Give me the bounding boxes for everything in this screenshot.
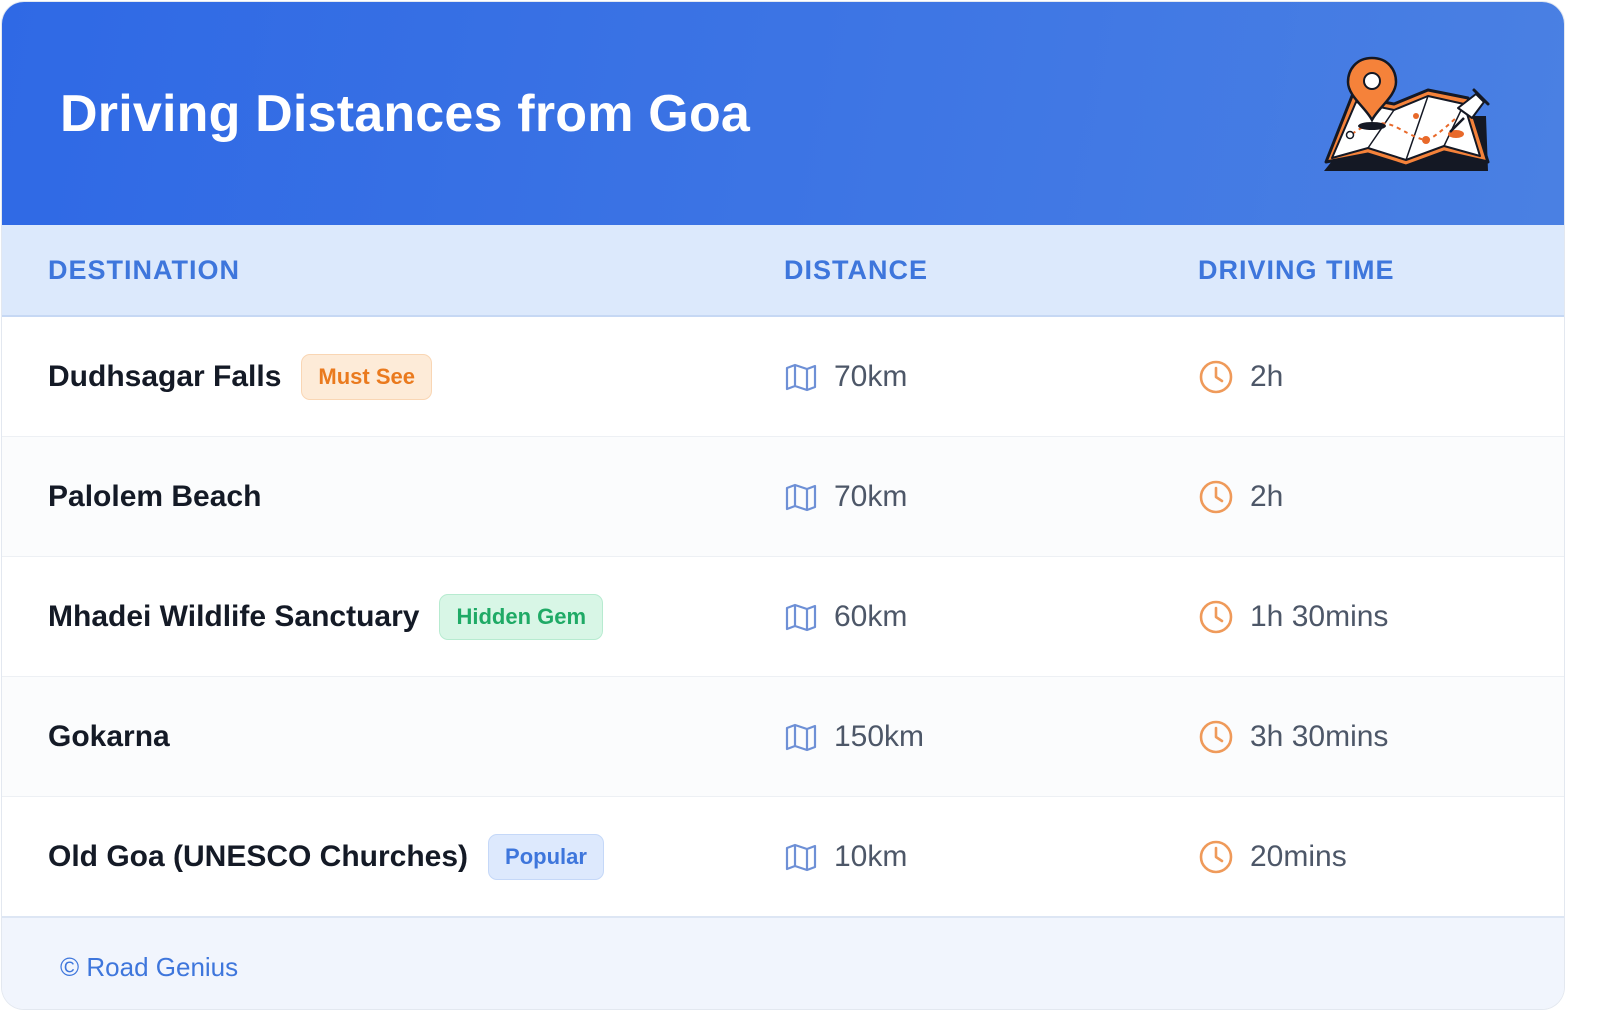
- clock-icon: [1198, 719, 1234, 755]
- map-icon: [784, 362, 818, 392]
- footer: © Road Genius: [2, 916, 1564, 1009]
- table-row: Mhadei Wildlife Sanctuary Hidden Gem 60k…: [2, 557, 1564, 677]
- destination-name: Old Goa (UNESCO Churches): [48, 839, 469, 873]
- column-header-driving-time: DRIVING TIME: [1198, 255, 1395, 285]
- time-value: 1h 30mins: [1250, 599, 1389, 633]
- time-value: 2h: [1250, 479, 1284, 513]
- distance-value: 150km: [834, 719, 925, 753]
- clock-icon: [1198, 479, 1234, 515]
- distance-value: 10km: [834, 839, 908, 873]
- destination-name: Gokarna: [48, 719, 170, 753]
- table-row: Gokarna 150km 3h 30mins: [2, 677, 1564, 797]
- distance-value: 60km: [834, 599, 908, 633]
- header-banner: Driving Distances from Goa: [2, 2, 1564, 225]
- destination-name: Mhadei Wildlife Sanctuary: [48, 599, 420, 633]
- map-icon: [784, 842, 818, 872]
- clock-icon: [1198, 599, 1234, 635]
- must-see-badge: Must See: [301, 353, 432, 400]
- time-value: 2h: [1250, 359, 1284, 393]
- column-header-distance: DISTANCE: [784, 255, 929, 285]
- column-header-destination: DESTINATION: [48, 255, 240, 285]
- clock-icon: [1198, 359, 1234, 395]
- distance-value: 70km: [834, 359, 908, 393]
- footer-credit: © Road Genius: [60, 952, 239, 982]
- distance-card: Driving Distances from Goa DESTINATION D…: [2, 2, 1564, 1009]
- table-row: Dudhsagar Falls Must See 70km 2h: [2, 317, 1564, 437]
- popular-badge: Popular: [488, 833, 604, 880]
- time-value: 20mins: [1250, 839, 1347, 873]
- destination-name: Palolem Beach: [48, 479, 262, 513]
- map-pin-illustration: [1324, 56, 1490, 171]
- table-row: Old Goa (UNESCO Churches) Popular 10km 2…: [2, 797, 1564, 916]
- map-icon: [784, 722, 818, 752]
- page-title: Driving Distances from Goa: [60, 85, 751, 143]
- distance-value: 70km: [834, 479, 908, 513]
- map-icon: [784, 482, 818, 512]
- table-row: Palolem Beach 70km 2h: [2, 437, 1564, 557]
- clock-icon: [1198, 839, 1234, 875]
- hidden-gem-badge: Hidden Gem: [439, 593, 604, 640]
- map-icon: [784, 602, 818, 632]
- destination-name: Dudhsagar Falls: [48, 359, 282, 393]
- table-header: DESTINATION DISTANCE DRIVING TIME: [2, 225, 1564, 317]
- time-value: 3h 30mins: [1250, 719, 1389, 753]
